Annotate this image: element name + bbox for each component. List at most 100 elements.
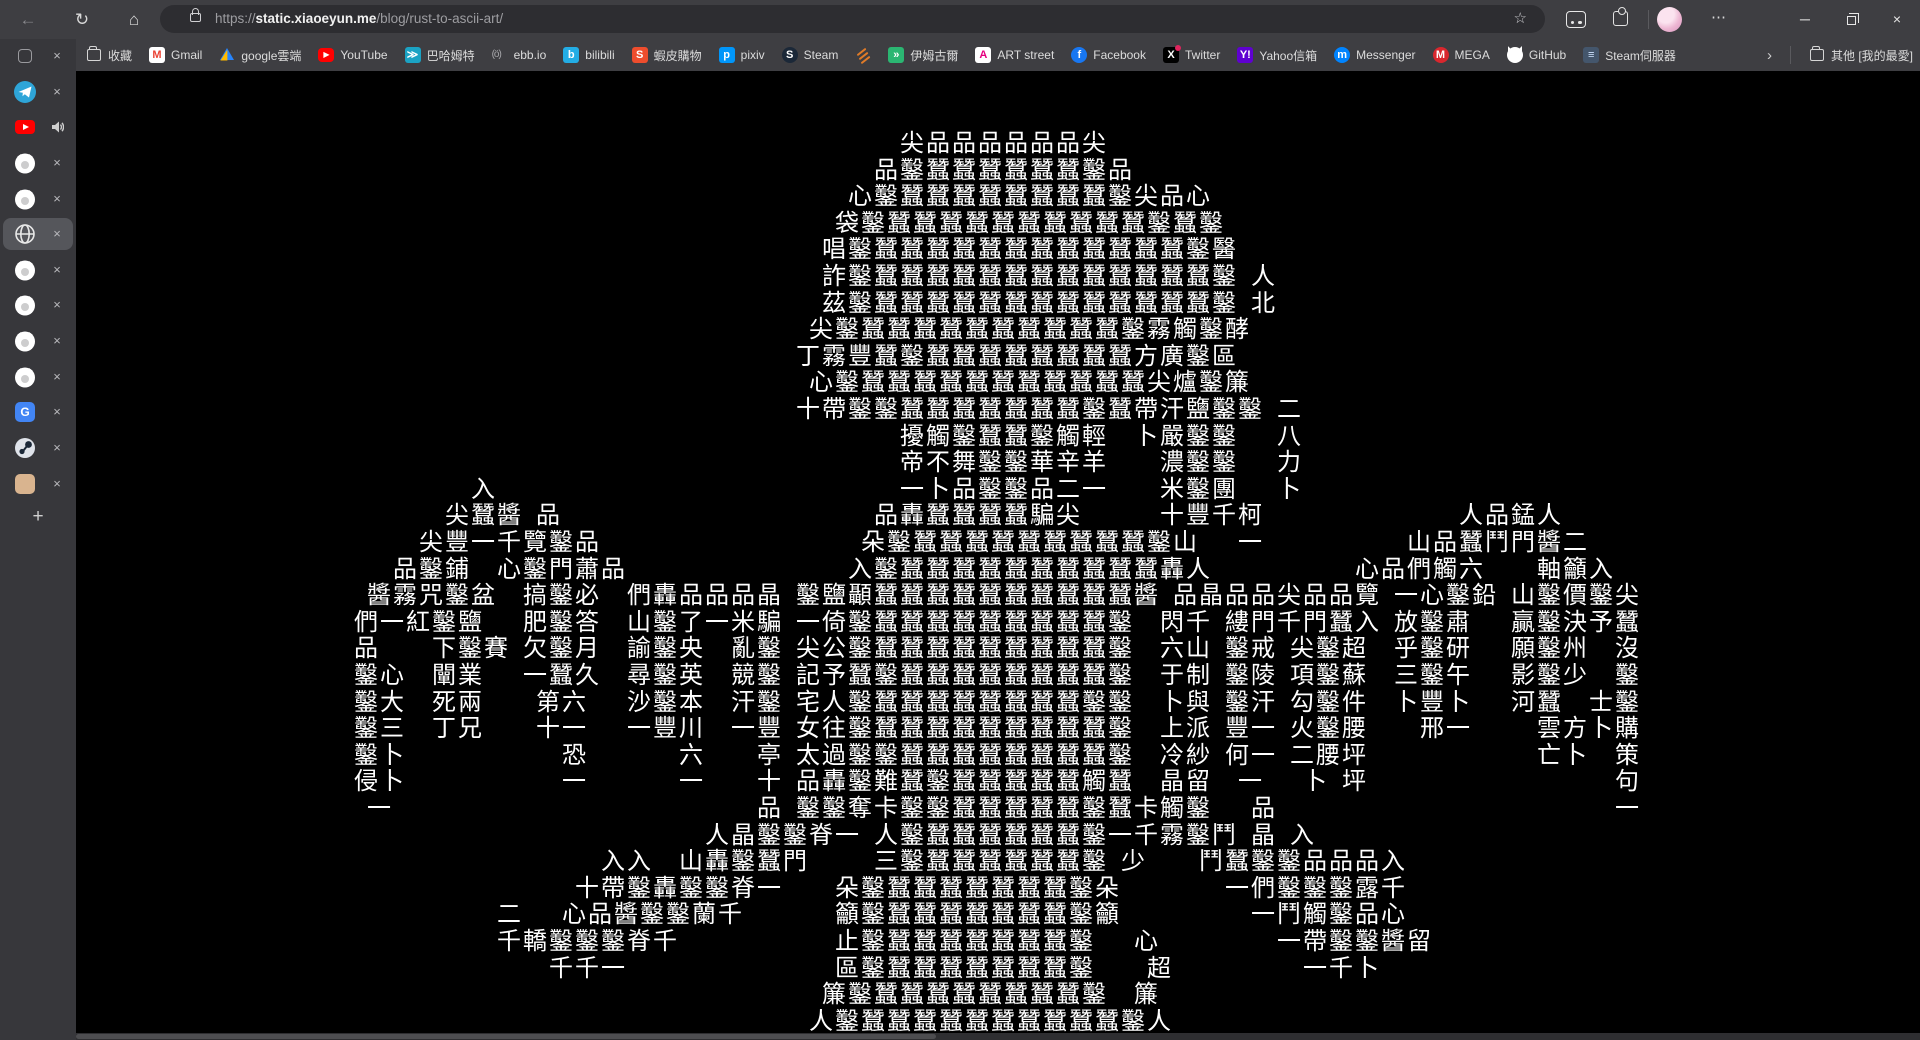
art-char: 蠶 <box>1185 263 1211 290</box>
bookmark-item[interactable]: ▶YouTube <box>311 43 394 67</box>
bookmark-item[interactable]: SSteam <box>775 43 846 67</box>
extensions-puzzle-icon[interactable] <box>1613 11 1628 26</box>
art-char: 蠶 <box>925 635 951 662</box>
art-char: 二 <box>1276 396 1302 423</box>
horizontal-scrollbar[interactable] <box>76 1033 1920 1040</box>
sidebar-tab[interactable]: × <box>3 361 73 393</box>
bookmark-item[interactable]: ≡Steam伺服器 <box>1576 43 1683 67</box>
settings-menu-icon[interactable]: ⋯ <box>1705 0 1733 39</box>
bookmarks-overflow-chevron[interactable]: › <box>1757 47 1782 64</box>
bookmark-item[interactable]: mMessenger <box>1327 43 1422 67</box>
art-char: 火 <box>1289 715 1315 742</box>
restore-button[interactable] <box>1828 0 1874 39</box>
art-char: 蠶 <box>1029 290 1055 317</box>
art-char: 蠶 <box>1107 236 1133 263</box>
sidebar-tab[interactable]: × <box>3 468 73 500</box>
art-char: 品 <box>1029 130 1055 157</box>
art-char: 山 <box>1510 582 1536 609</box>
close-tab-icon[interactable]: × <box>50 432 64 464</box>
sidebar-tab-active[interactable]: × <box>3 218 73 250</box>
art-char: 品 <box>535 502 561 529</box>
art-char: 蠶 <box>1029 236 1055 263</box>
art-char: 千 <box>574 955 600 982</box>
sidebar-tab[interactable]: × <box>3 40 73 72</box>
bookmark-item[interactable]: MMEGA <box>1426 43 1497 67</box>
bookmark-item[interactable]: »伊姆古爾 <box>881 43 965 67</box>
close-tab-icon[interactable]: × <box>50 468 64 500</box>
bookmark-item[interactable]: 收藏 <box>79 43 139 67</box>
bookmark-item[interactable]: GitHub <box>1500 43 1573 67</box>
close-tab-icon[interactable]: × <box>50 147 64 179</box>
pinned-extension-icon[interactable] <box>1566 11 1586 28</box>
scrollbar-thumb[interactable] <box>76 1034 936 1039</box>
art-char: 鑿 <box>756 689 782 716</box>
bookmark-item[interactable]: google雲端 <box>212 43 308 67</box>
bookmark-item[interactable]: XTwitter <box>1156 43 1227 67</box>
bookmark-item[interactable]: bbilibili <box>556 43 621 67</box>
art-char: 蠶 <box>977 981 1003 1008</box>
sidebar-tab[interactable] <box>3 111 73 143</box>
profile-avatar[interactable] <box>1657 7 1682 32</box>
back-icon[interactable]: ← <box>11 0 45 39</box>
art-char: 鑿 <box>1211 263 1237 290</box>
art-char: 女 <box>795 715 821 742</box>
sidebar-tab[interactable]: × <box>3 254 73 286</box>
close-tab-icon[interactable]: × <box>50 76 64 108</box>
sidebar-tab[interactable]: × <box>3 183 73 215</box>
sidebar-tab[interactable]: × <box>3 432 73 464</box>
sidebar-tab[interactable]: × <box>3 325 73 357</box>
address-bar[interactable]: https://static.xiaoeyun.me/blog/rust-to-… <box>160 5 1545 33</box>
sidebar-tab[interactable]: × <box>3 147 73 179</box>
lock-icon[interactable] <box>190 13 201 22</box>
art-char: 醬 <box>1536 529 1562 556</box>
close-tab-icon[interactable]: × <box>50 361 64 393</box>
bookmark-item[interactable]: ≫巴哈姆特 <box>398 43 482 67</box>
home-icon[interactable]: ⌂ <box>117 0 151 39</box>
bookmark-item[interactable]: (ö)ebb.io <box>485 43 554 67</box>
audio-playing-icon[interactable] <box>50 111 64 143</box>
art-char: 蠶 <box>964 955 990 982</box>
art-char: 品 <box>1159 183 1185 210</box>
refresh-icon[interactable]: ↻ <box>65 0 99 39</box>
new-tab-button[interactable]: + <box>3 503 73 533</box>
bookmark-item[interactable]: S蝦皮購物 <box>625 43 709 67</box>
close-tab-icon[interactable]: × <box>50 289 64 321</box>
art-char: 千 <box>1276 609 1302 636</box>
sidebar-tab[interactable]: × <box>3 76 73 108</box>
close-tab-icon[interactable]: × <box>50 183 64 215</box>
close-tab-icon[interactable]: × <box>50 218 64 250</box>
art-char: 鑿 <box>1536 582 1562 609</box>
art-char: 鑿 <box>652 689 678 716</box>
close-tab-icon[interactable]: × <box>50 325 64 357</box>
bookmark-item[interactable]: MGmail <box>142 43 209 67</box>
art-char: 一 <box>1237 768 1263 795</box>
bookmark-other-folder[interactable]: 其他 [我的最愛] <box>1802 43 1920 67</box>
close-tab-icon[interactable]: × <box>50 40 64 72</box>
github-icon <box>1507 47 1523 63</box>
bookmark-item[interactable] <box>848 43 878 67</box>
close-button[interactable]: × <box>1874 0 1920 39</box>
art-char: 蠶 <box>899 742 925 769</box>
art-char: 蠶 <box>977 263 1003 290</box>
bookmark-item[interactable]: fFacebook <box>1064 43 1153 67</box>
art-char: 蠶 <box>990 955 1016 982</box>
art-char: 蠶 <box>1055 157 1081 184</box>
art-char: 蠶 <box>1016 1008 1042 1035</box>
art-char: 鑿 <box>1068 928 1094 955</box>
close-tab-icon[interactable]: × <box>50 396 64 428</box>
bookmark-item[interactable]: Y!Yahoo信箱 <box>1230 43 1324 67</box>
favorite-star-icon[interactable]: ☆ <box>1514 5 1527 33</box>
art-char: 蠶 <box>1068 369 1094 396</box>
sidebar-tab[interactable]: × <box>3 289 73 321</box>
art-char: 蠶 <box>1003 343 1029 370</box>
minimize-button[interactable]: ─ <box>1782 0 1828 39</box>
sidebar-tab[interactable]: G× <box>3 396 73 428</box>
art-char: 蠶 <box>1029 848 1055 875</box>
url-text[interactable]: https://static.xiaoeyun.me/blog/rust-to-… <box>215 5 503 33</box>
bookmark-item[interactable]: ppixiv <box>712 43 772 67</box>
art-char: 蠶 <box>1055 715 1081 742</box>
close-tab-icon[interactable]: × <box>50 254 64 286</box>
art-char: 蠶 <box>873 635 899 662</box>
bookmark-item[interactable]: AART street <box>968 43 1061 67</box>
art-char: 蠶 <box>873 290 899 317</box>
